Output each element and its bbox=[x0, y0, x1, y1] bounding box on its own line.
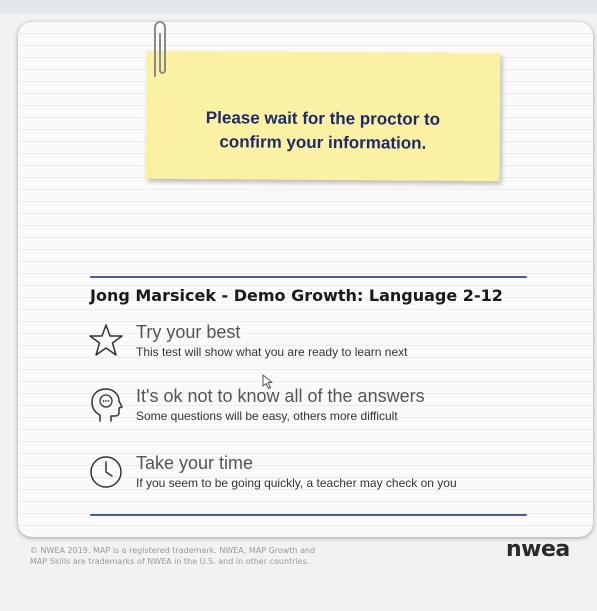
copyright-line-2: MAP Skills are trademarks of NWEA in the… bbox=[30, 557, 310, 566]
divider-top bbox=[90, 276, 527, 278]
proctor-message-line-2: confirm your information. bbox=[219, 132, 427, 153]
proctor-message: Please wait for the proctor to confirm y… bbox=[146, 106, 500, 156]
tip-heading: Try your best bbox=[136, 322, 241, 342]
top-strip bbox=[0, 0, 597, 14]
tip-description: If you seem to be going quickly, a teach… bbox=[136, 476, 457, 490]
thinking-head-icon bbox=[91, 388, 123, 422]
tip-not-know-answers: It's ok not to know all of the answers S… bbox=[88, 386, 558, 430]
tip-try-your-best: Try your best This test will show what y… bbox=[88, 322, 558, 366]
tip-description: This test will show what you are ready t… bbox=[136, 345, 408, 359]
tip-heading: Take your time bbox=[136, 453, 254, 473]
nwea-logo: nwea bbox=[506, 537, 570, 562]
copyright-notice: © NWEA 2019. MAP is a registered tradema… bbox=[30, 545, 410, 567]
clock-icon bbox=[90, 456, 122, 488]
tip-description: Some questions will be easy, others more… bbox=[136, 409, 398, 423]
divider-bottom bbox=[90, 514, 527, 516]
mouse-cursor-icon bbox=[262, 374, 273, 389]
proctor-message-line-1: Please wait for the proctor to bbox=[205, 108, 441, 129]
tip-heading: It's ok not to know all of the answers bbox=[136, 386, 425, 406]
test-title: Jong Marsicek - Demo Growth: Language 2-… bbox=[90, 286, 503, 305]
tip-take-your-time: Take your time If you seem to be going q… bbox=[88, 453, 558, 497]
copyright-line-1: © NWEA 2019. MAP is a registered tradema… bbox=[30, 546, 316, 555]
sticky-note: Please wait for the proctor to confirm y… bbox=[145, 50, 501, 182]
paperclip-icon bbox=[154, 21, 166, 77]
star-icon bbox=[89, 324, 123, 356]
